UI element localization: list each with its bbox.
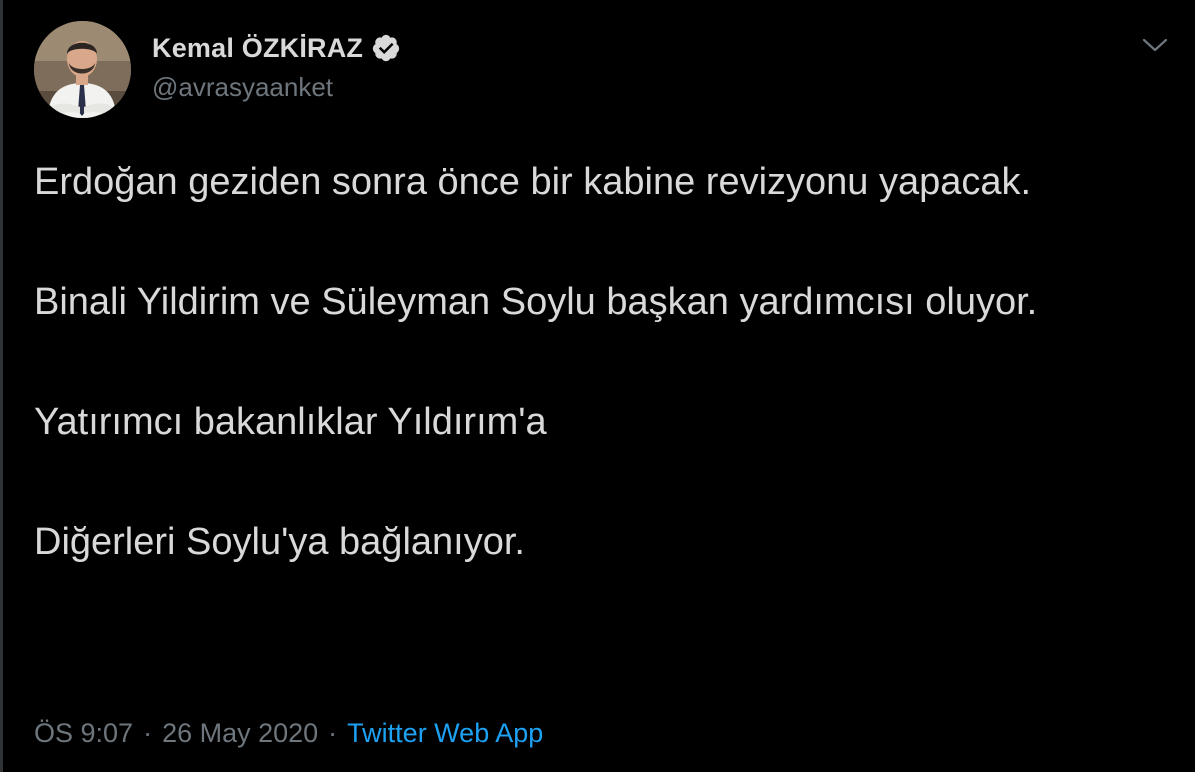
meta-separator: · — [143, 718, 153, 748]
author-info: Kemal ÖZKİRAZ @avrasyaanket — [152, 30, 401, 103]
tweet-meta: ÖS 9:07 · 26 May 2020 · Twitter Web App — [34, 718, 543, 749]
meta-separator: · — [328, 718, 338, 748]
verified-badge-icon — [371, 33, 401, 63]
chevron-down-icon[interactable] — [1140, 30, 1170, 60]
tweet-paragraph: Diğerleri Soylu'ya bağlanıyor. — [34, 521, 525, 563]
handle[interactable]: @avrasyaanket — [152, 72, 401, 103]
tweet-text: Erdoğan geziden sonra önce bir kabine re… — [34, 152, 1144, 572]
tweet-paragraph: Binali Yildirim ve Süleyman Soylu başkan… — [34, 281, 1038, 323]
avatar[interactable] — [34, 21, 131, 118]
tweet-time[interactable]: ÖS 9:07 — [34, 718, 133, 749]
tweet-date[interactable]: 26 May 2020 — [162, 718, 318, 749]
name-row: Kemal ÖZKİRAZ — [152, 30, 401, 66]
tweet-paragraph: Yatırımcı bakanlıklar Yıldırım'a — [34, 401, 547, 443]
tweet-source-link[interactable]: Twitter Web App — [347, 718, 543, 749]
tweet-card: Kemal ÖZKİRAZ @avrasyaanket Erdoğan gezi… — [0, 0, 1195, 772]
display-name[interactable]: Kemal ÖZKİRAZ — [152, 33, 363, 64]
tweet-paragraph: Erdoğan geziden sonra önce bir kabine re… — [34, 161, 1032, 203]
